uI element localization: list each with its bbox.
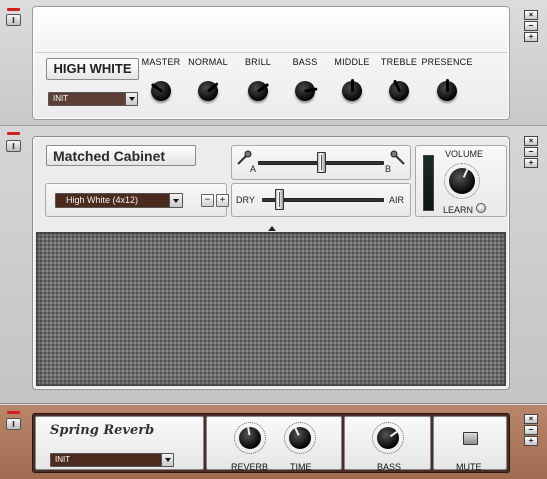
- chevron-down-icon: [169, 194, 182, 207]
- reverb-name: Spring Reverb: [50, 423, 155, 438]
- amp-power-led: [7, 8, 20, 11]
- volume-knob-body: [449, 168, 475, 194]
- cabinet-prev-button[interactable]: −: [201, 194, 214, 207]
- amp-knob-group: MASTER: [135, 57, 187, 103]
- time-knob[interactable]: [284, 422, 316, 454]
- cabinet-name: Matched Cabinet: [46, 145, 196, 166]
- time-knob-body: [289, 427, 311, 449]
- cabinet-preset-box: High White (4x12) − +: [45, 183, 229, 217]
- amp-rack: I × − + HIGH WHITE INIT MASTER NORMAL BRIL…: [0, 0, 547, 126]
- chevron-down-icon: [161, 454, 173, 466]
- learn-label: LEARN: [443, 205, 474, 215]
- learn-button[interactable]: [476, 203, 486, 213]
- cabinet-panel: Matched Cabinet High White (4x12) − + A …: [32, 136, 510, 390]
- cabinet-expand-button[interactable]: +: [524, 158, 538, 168]
- reverb-knob[interactable]: [234, 422, 266, 454]
- amp-knob-label: TREBLE: [380, 57, 418, 67]
- cabinet-preset-select[interactable]: High White (4x12): [55, 193, 183, 208]
- reverb-collapse-button[interactable]: −: [524, 425, 538, 435]
- reverb-close-button[interactable]: ×: [524, 414, 538, 424]
- amp-knob-pointer: [446, 79, 449, 92]
- time-label: TIME: [290, 462, 312, 472]
- air-slider[interactable]: [275, 189, 285, 210]
- reverb-power-led: [7, 411, 20, 414]
- amp-close-button[interactable]: ×: [524, 10, 538, 20]
- reverb-preset-value: INIT: [55, 455, 71, 464]
- reverb-preset-select[interactable]: INIT: [50, 453, 174, 467]
- mic-position-slider[interactable]: [317, 152, 327, 173]
- bass-knob[interactable]: [372, 422, 404, 454]
- amp-name: HIGH WHITE: [46, 58, 139, 80]
- amp-power-button[interactable]: I: [6, 14, 21, 26]
- mic-position-box: A B: [231, 145, 411, 180]
- cabinet-power-button[interactable]: I: [6, 140, 21, 152]
- level-meter: [423, 155, 434, 211]
- amp-knob-group: BASS: [279, 57, 331, 103]
- reverb-knob-body: [239, 427, 261, 449]
- amp-knob[interactable]: [293, 79, 318, 103]
- reverb-name-section: Spring Reverb INIT: [35, 416, 204, 470]
- amp-knob-group: MIDDLE: [326, 57, 378, 103]
- reverb-bass-section: BASS: [344, 416, 431, 472]
- reverb-label: REVERB: [231, 462, 269, 472]
- amp-preset-value: INIT: [53, 94, 69, 103]
- reverb-expand-button[interactable]: +: [524, 436, 538, 446]
- amp-knob-group: BRILL: [232, 57, 284, 103]
- amp-knob-pointer: [351, 79, 354, 92]
- cabinet-rack: I × − + Matched Cabinet High White (4x12…: [0, 127, 547, 404]
- amp-panel: HIGH WHITE INIT MASTER NORMAL BRILL BASS MID…: [32, 6, 510, 120]
- amp-knob-group: TREBLE: [373, 57, 425, 103]
- reverb-rack-controls: × − +: [524, 414, 538, 446]
- mic-b-label: B: [385, 164, 392, 174]
- amp-display-area: [35, 9, 507, 53]
- mic-a-label: A: [250, 164, 257, 174]
- speaker-grille: [36, 232, 506, 386]
- volume-knob[interactable]: [444, 163, 480, 199]
- amp-rack-controls: × − +: [524, 10, 538, 42]
- bass-label: BASS: [377, 462, 402, 472]
- reverb-rack: I × − + Spring Reverb INIT REVERB TIME B…: [0, 405, 547, 479]
- amp-knob-label: BASS: [292, 57, 318, 67]
- reverb-time-section: REVERB TIME: [206, 416, 342, 472]
- reverb-power-button[interactable]: I: [6, 418, 21, 430]
- mute-button[interactable]: [463, 432, 478, 445]
- mute-label: MUTE: [456, 462, 482, 472]
- cabinet-preset-value: High White (4x12): [66, 195, 139, 205]
- amp-knob-label: MASTER: [141, 57, 181, 67]
- amp-knob[interactable]: [149, 79, 173, 103]
- amp-knob-group: NORMAL: [182, 57, 234, 103]
- reverb-panel: Spring Reverb INIT REVERB TIME BASS MUTE: [32, 413, 510, 473]
- amp-knob[interactable]: [246, 79, 270, 103]
- air-label: AIR: [389, 195, 405, 205]
- collapse-arrow-icon[interactable]: [268, 226, 276, 231]
- amp-knob-label: NORMAL: [188, 57, 228, 67]
- amp-collapse-button[interactable]: −: [524, 21, 538, 31]
- cabinet-collapse-button[interactable]: −: [524, 147, 538, 157]
- amp-knob[interactable]: [435, 79, 459, 103]
- air-box: DRY AIR: [231, 183, 411, 217]
- dry-label: DRY: [236, 195, 255, 205]
- amp-preset-select[interactable]: INIT: [48, 92, 138, 106]
- volume-label: VOLUME: [445, 149, 484, 159]
- cabinet-rack-controls: × − +: [524, 136, 538, 168]
- amp-knob-group: PRESENCE: [421, 57, 473, 103]
- amp-knob-label: BRILL: [244, 57, 271, 67]
- cabinet-next-button[interactable]: +: [216, 194, 229, 207]
- amp-knob[interactable]: [196, 79, 220, 103]
- cabinet-close-button[interactable]: ×: [524, 136, 538, 146]
- amp-knob[interactable]: [340, 79, 364, 103]
- microphone-b-icon: [390, 150, 405, 165]
- cabinet-power-led: [7, 132, 20, 135]
- amp-expand-button[interactable]: +: [524, 32, 538, 42]
- amp-knob-label: MIDDLE: [334, 57, 370, 67]
- amp-knob[interactable]: [387, 79, 411, 103]
- amp-knob-label: PRESENCE: [421, 57, 473, 67]
